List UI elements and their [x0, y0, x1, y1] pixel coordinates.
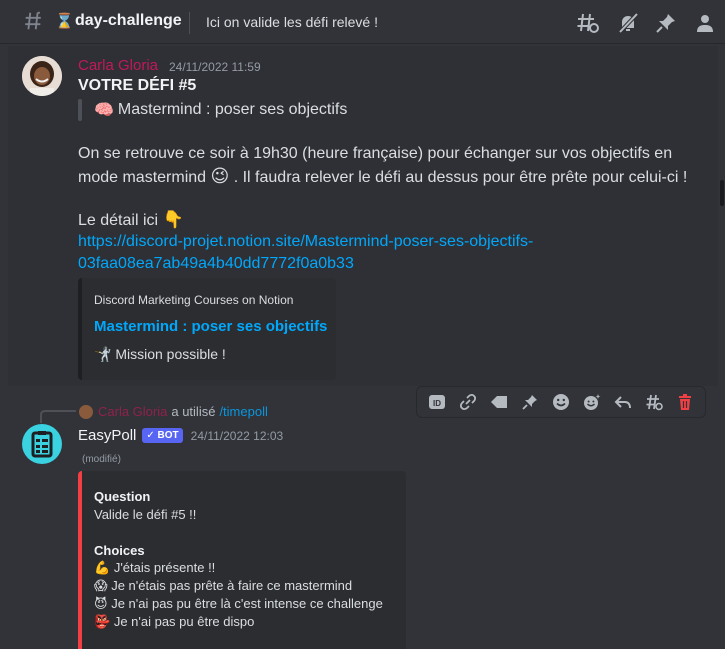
- blockquote-bar: [78, 99, 82, 121]
- trash-icon: [679, 394, 692, 410]
- avatar[interactable]: [22, 56, 62, 96]
- blockquote: 🧠 Mastermind : poser ses objectifs: [78, 99, 347, 121]
- poll-choice: 😈 Je n'ai pas pu être là c'est intense c…: [94, 596, 383, 612]
- clipboard-icon: [31, 431, 53, 458]
- reply-button[interactable]: [610, 389, 636, 415]
- bot-badge: ✓ BOT: [142, 428, 183, 443]
- poll-embed: Question Valide le défi #5 !! Choices 💪 …: [78, 471, 406, 649]
- bot-check-icon: ✓: [146, 430, 155, 441]
- hourglass-icon: ⌛: [55, 13, 74, 30]
- delete-button[interactable]: [672, 389, 698, 415]
- super-reaction-icon: [584, 394, 601, 410]
- embed-description: 🤺 Mission possible !: [94, 346, 226, 363]
- smiling-devil-icon: 😈: [94, 596, 108, 611]
- reply-spine: [40, 410, 76, 423]
- channel-topic[interactable]: Ici on valide les défi relevé !: [206, 14, 378, 30]
- poll-choice: 😱 Je n'étais pas prête à faire ce master…: [94, 578, 352, 594]
- fencer-emoji-icon: 🤺: [94, 346, 112, 362]
- embed-accent-bar: [78, 471, 82, 649]
- message-timestamp[interactable]: 24/11/2022 12:03: [191, 429, 284, 443]
- copy-id-button[interactable]: ID: [424, 389, 450, 415]
- bot-header: EasyPoll ✓ BOT 24/11/2022 12:03: [78, 427, 283, 444]
- scrollbar-thumb[interactable]: [720, 180, 724, 206]
- embed-title[interactable]: Mastermind : poser ses objectifs: [94, 318, 327, 335]
- channel-name: day-challenge: [75, 12, 182, 29]
- poll-choices-label: Choices: [94, 543, 145, 558]
- id-icon: ID: [428, 395, 445, 409]
- point-down-emoji-icon: 👇: [162, 210, 184, 229]
- thread-icon: [646, 394, 664, 411]
- message-timestamp[interactable]: 24/11/2022 11:59: [169, 60, 261, 74]
- bot-avatar[interactable]: [22, 424, 62, 464]
- brain-emoji-icon: 🧠: [94, 102, 114, 119]
- svg-text:ID: ID: [433, 399, 441, 408]
- reply-author[interactable]: Carla Gloria: [98, 404, 167, 419]
- mute-bell-icon[interactable]: [616, 11, 640, 35]
- poll-choice-text: Je n'ai pas pu être là c'est intense ce …: [111, 596, 383, 611]
- screaming-face-icon: 😱: [94, 578, 108, 593]
- message-action-toolbar: ID: [416, 386, 706, 418]
- detail-text: Le détail ici: [78, 212, 159, 229]
- threads-hash-icon[interactable]: [22, 10, 44, 32]
- pin-icon[interactable]: [654, 11, 678, 35]
- wink-emoji-icon: 😉: [210, 166, 230, 186]
- message-line-2: mode mastermind 😉 . Il faudra relever le…: [78, 165, 687, 189]
- mark-unread-button[interactable]: [486, 389, 512, 415]
- poll-choice-text: Je n'étais pas prête à faire ce mastermi…: [111, 578, 353, 593]
- embed-provider: Discord Marketing Courses on Notion: [94, 293, 294, 307]
- detail-line: Le détail ici 👇: [78, 209, 184, 232]
- mark-unread-icon: [490, 396, 507, 408]
- author-name[interactable]: EasyPoll: [78, 427, 136, 444]
- threads-icon[interactable]: [575, 11, 599, 35]
- embed-accent-bar: [78, 278, 82, 380]
- poll-choice-text: Je n'ai pas pu être dispo: [113, 614, 255, 629]
- poll-choice: 💪 J'étais présente !!: [94, 560, 215, 576]
- channel-header: ⌛ day-challenge Ici on valide les défi r…: [0, 0, 725, 44]
- embed-description-text: Mission possible !: [115, 346, 226, 362]
- quote-text: Mastermind : poser ses objectifs: [117, 101, 348, 118]
- reply-avatar: [79, 404, 93, 419]
- reply-used-text: a utilisé: [171, 404, 216, 419]
- flexed-biceps-icon: 💪: [94, 560, 111, 575]
- author-name[interactable]: Carla Gloria: [78, 57, 158, 74]
- poll-question-label: Question: [94, 489, 151, 504]
- notion-link-line-2[interactable]: 03faa08ea7ab49a4b40dd7772f0a0b33: [78, 253, 354, 275]
- goblin-mask-icon: 👺: [94, 614, 111, 629]
- pin-icon: [522, 395, 537, 410]
- poll-choice: 👺 Je n'ai pas pu être dispo: [94, 614, 254, 630]
- bot-badge-label: BOT: [157, 430, 179, 441]
- emoji-smile-icon: [552, 394, 569, 410]
- reply-preview[interactable]: Carla Gloria a utilisé /timepoll: [79, 404, 268, 419]
- edited-label: (modifié): [82, 454, 121, 465]
- reply-command[interactable]: /timepoll: [219, 404, 267, 419]
- profile-photo-icon: [22, 56, 62, 96]
- message-line-1: On se retrouve ce soir à 19h30 (heure fr…: [78, 145, 673, 162]
- member-list-icon[interactable]: [693, 11, 717, 35]
- reply-arrow-icon: [614, 396, 632, 409]
- reaction-button[interactable]: [548, 389, 574, 415]
- message-line-2a: mode mastermind: [78, 169, 207, 186]
- message-line-2b: . Il faudra relever le défi au dessus po…: [233, 169, 688, 186]
- header-divider: [189, 12, 190, 34]
- pin-message-button[interactable]: [517, 389, 543, 415]
- link-embed: Discord Marketing Courses on Notion Mast…: [78, 278, 336, 380]
- poll-choice-text: J'étais présente !!: [113, 560, 216, 575]
- notion-link-line-1[interactable]: https://discord-projet.notion.site/Maste…: [78, 231, 533, 253]
- poll-question: Valide le défi #5 !!: [94, 507, 197, 522]
- message-title: VOTRE DÉFI #5: [78, 77, 197, 94]
- super-reaction-button[interactable]: [579, 389, 605, 415]
- link-icon: [459, 393, 476, 411]
- copy-link-button[interactable]: [455, 389, 481, 415]
- create-thread-button[interactable]: [641, 389, 667, 415]
